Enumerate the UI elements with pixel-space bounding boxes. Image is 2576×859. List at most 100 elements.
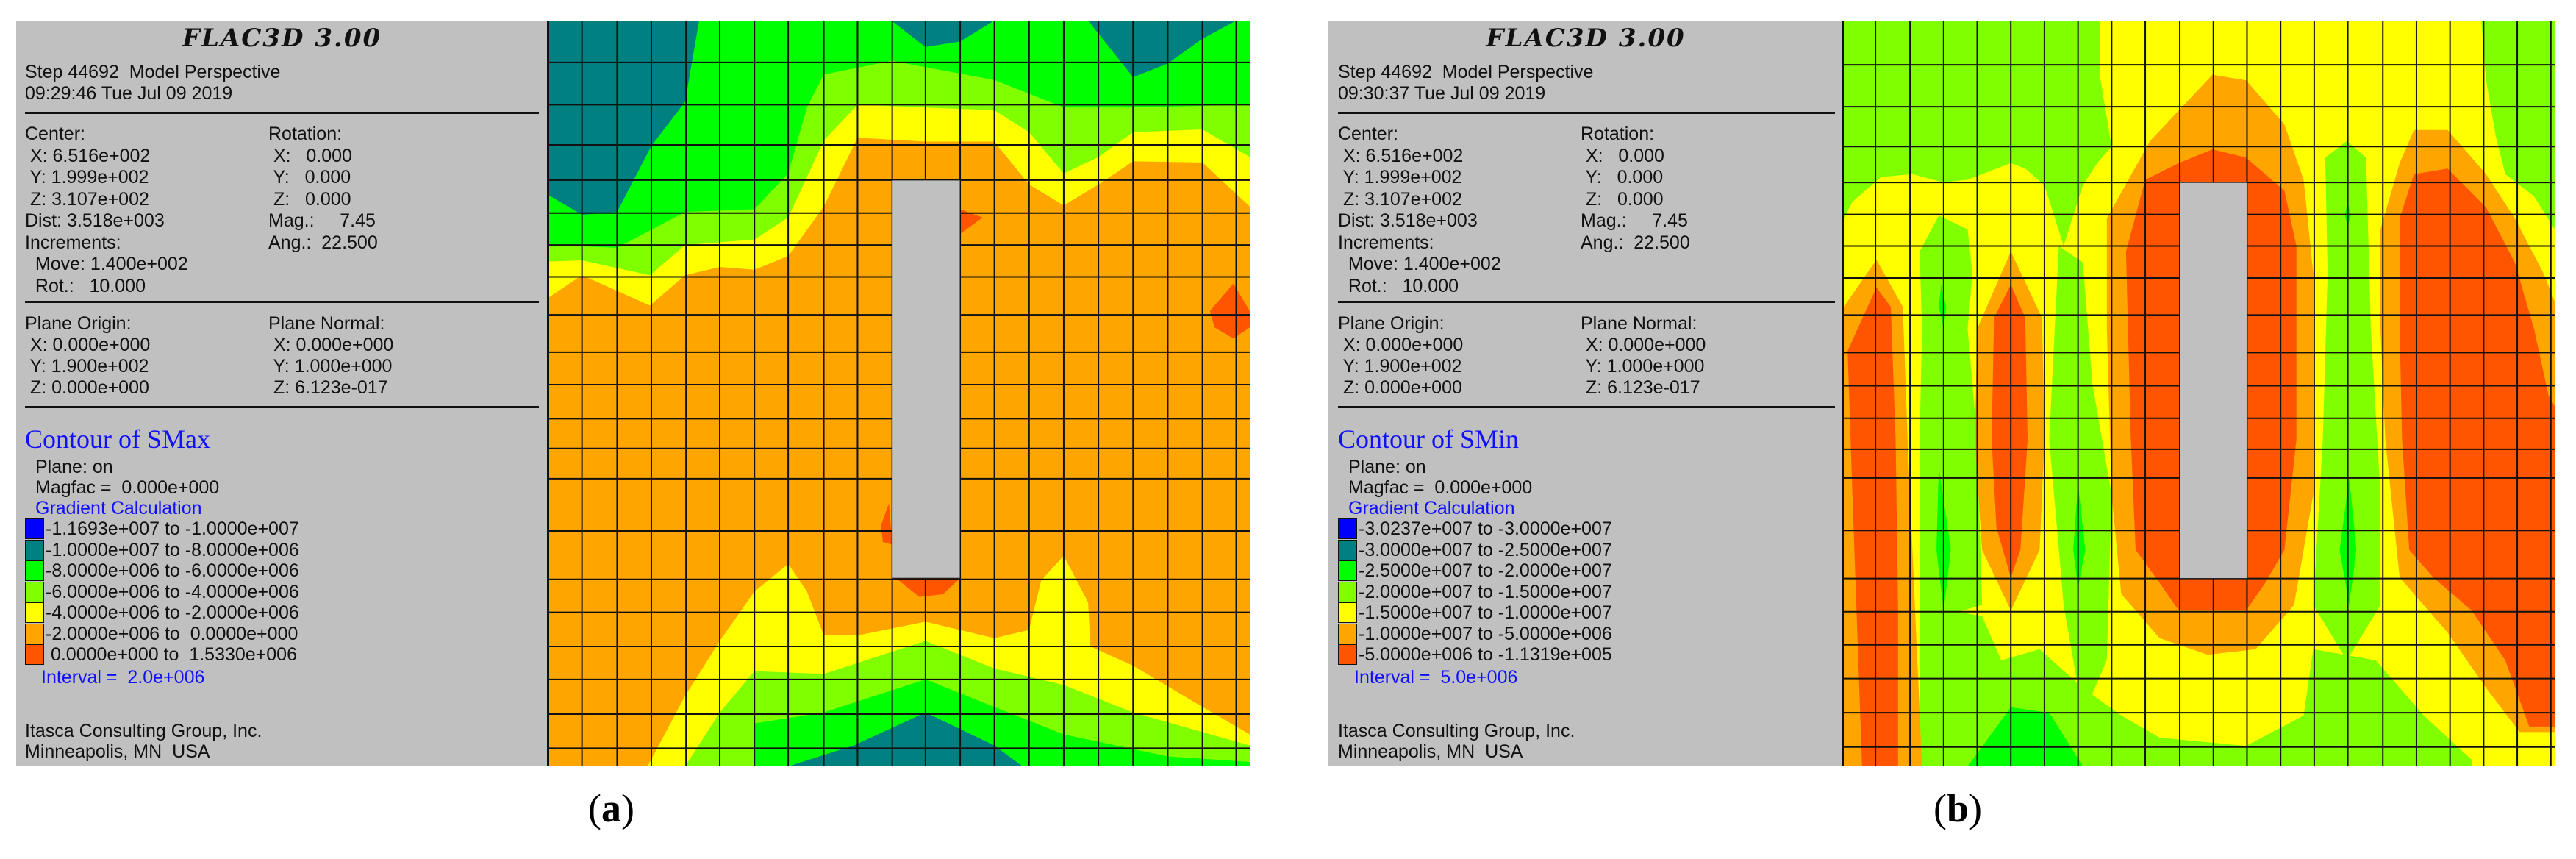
increments-label: Increments: <box>25 232 121 253</box>
step-line: Step 44692 Model Perspective <box>1338 62 1594 82</box>
angle: Ang.: 22.500 <box>1581 232 1690 253</box>
divider <box>1338 112 1835 114</box>
legend-swatch <box>1338 539 1357 560</box>
magnification: Mag.: 7.45 <box>268 210 376 231</box>
center-z: Z: 3.107e+002 <box>25 188 149 210</box>
timestamp: 09:30:37 Tue Jul 09 2019 <box>1338 83 1546 104</box>
angle: Ang.: 22.500 <box>268 232 378 253</box>
magfac: Magfac = 0.000e+000 <box>1348 477 1533 498</box>
legend-swatch <box>25 581 44 602</box>
gradient-calculation: Gradient Calculation <box>35 498 202 518</box>
rotation-z: Z: 0.000 <box>268 188 351 210</box>
legend-range: -4.0000e+006 to -2.0000e+006 <box>46 602 299 623</box>
legend-range: -1.1693e+007 to -1.0000e+007 <box>46 518 299 539</box>
legend-range: -3.0000e+007 to -2.5000e+007 <box>1359 539 1612 560</box>
rotation-x: X: 0.000 <box>1581 145 1664 166</box>
step-line: Step 44692 Model Perspective <box>25 62 281 82</box>
divider <box>25 112 539 114</box>
plane-normal-y: Y: 1.000e+000 <box>268 356 393 377</box>
contour-title: Contour of SMax <box>25 424 210 454</box>
contour-title: Contour of SMin <box>1338 424 1520 454</box>
legend-range: -1.0000e+007 to -8.0000e+006 <box>46 539 299 560</box>
rotation-y: Y: 0.000 <box>268 167 351 188</box>
legend-swatch <box>1338 581 1357 602</box>
caption-letter: a <box>601 786 621 830</box>
plane-normal-z: Z: 6.123e-017 <box>1581 377 1700 398</box>
legend-range: -1.5000e+007 to -1.0000e+007 <box>1359 602 1612 623</box>
legend-swatch <box>1338 644 1357 665</box>
legend-swatch <box>1338 518 1357 539</box>
legend-range: -6.0000e+006 to -4.0000e+006 <box>46 581 299 602</box>
plane-normal-z: Z: 6.123e-017 <box>268 377 388 398</box>
rotation-y: Y: 0.000 <box>1581 167 1664 188</box>
plane-on: Plane: on <box>1348 457 1426 477</box>
contour-plot-smin <box>1842 21 2555 766</box>
plane-normal-x: X: 0.000e+000 <box>1581 335 1706 355</box>
center-z: Z: 3.107e+002 <box>1338 188 1462 210</box>
magnification: Mag.: 7.45 <box>1581 210 1688 231</box>
legend-swatch <box>1338 602 1357 623</box>
legend-swatch <box>25 602 44 623</box>
divider <box>25 301 539 303</box>
excavation-block <box>2180 182 2247 579</box>
plane-normal-x: X: 0.000e+000 <box>268 335 394 355</box>
caption-a: (a) <box>588 786 634 830</box>
dist: Dist: 3.518e+003 <box>1338 210 1478 231</box>
plane-normal-y: Y: 1.000e+000 <box>1581 356 1705 377</box>
plane-origin-y: Y: 1.900e+002 <box>1338 356 1462 377</box>
center-x: X: 6.516e+002 <box>25 145 151 166</box>
rotation-z: Z: 0.000 <box>1581 188 1664 210</box>
app-title: FLAC3D 3.00 <box>182 24 382 53</box>
caption-b: (b) <box>1933 786 1983 830</box>
move-increment: Move: 1.400e+002 <box>1338 254 1501 274</box>
timestamp: 09:29:46 Tue Jul 09 2019 <box>25 83 233 104</box>
interval: Interval = 2.0e+006 <box>41 666 205 688</box>
plane-origin-label: Plane Origin: <box>1338 313 1445 334</box>
rotation-label: Rotation: <box>268 124 343 144</box>
center-y: Y: 1.999e+002 <box>1338 167 1462 188</box>
rotation-label: Rotation: <box>1581 124 1655 144</box>
plane-origin-x: X: 0.000e+000 <box>1338 335 1464 355</box>
dist: Dist: 3.518e+003 <box>25 210 165 231</box>
legend-swatch <box>25 560 44 581</box>
center-y: Y: 1.999e+002 <box>25 167 149 188</box>
legend-range: -8.0000e+006 to -6.0000e+006 <box>46 560 299 581</box>
legend-range: 0.0000e+000 to 1.5330e+006 <box>46 644 297 665</box>
smin-contour-svg <box>1844 21 2555 766</box>
plane-normal-label: Plane Normal: <box>268 313 385 334</box>
info-panel-a: FLAC3D 3.00 Step 44692 Model Perspective 0… <box>16 21 548 766</box>
legend-swatch <box>1338 623 1357 644</box>
center-label: Center: <box>1338 124 1398 144</box>
plane-origin-z: Z: 0.000e+000 <box>25 377 149 398</box>
info-panel-b: FLAC3D 3.00 Step 44692 Model Perspective 0… <box>1328 21 1844 766</box>
legend-range: -3.0237e+007 to -3.0000e+007 <box>1359 518 1612 539</box>
company-name: Itasca Consulting Group, Inc. <box>25 721 262 741</box>
smax-contour-svg <box>549 21 1250 766</box>
move-increment: Move: 1.400e+002 <box>25 254 188 274</box>
center-label: Center: <box>25 124 85 144</box>
plane-origin-z: Z: 0.000e+000 <box>1338 377 1462 398</box>
company-name: Itasca Consulting Group, Inc. <box>1338 721 1575 741</box>
contour-plot-smax <box>547 21 1250 766</box>
company-location: Minneapolis, MN USA <box>25 741 210 762</box>
plane-origin-x: X: 0.000e+000 <box>25 335 151 355</box>
legend-range: -2.0000e+007 to -1.5000e+007 <box>1359 581 1612 602</box>
legend-swatch <box>25 539 44 560</box>
plane-origin-y: Y: 1.900e+002 <box>25 356 149 377</box>
plane-normal-label: Plane Normal: <box>1581 313 1697 334</box>
rot-increment: Rot.: 10.000 <box>25 275 146 296</box>
legend-range: -2.0000e+006 to 0.0000e+000 <box>46 623 298 644</box>
legend-range: -5.0000e+006 to -1.1319e+005 <box>1359 644 1612 665</box>
excavation-block <box>892 180 960 578</box>
legend-swatch <box>25 644 44 665</box>
company-location: Minneapolis, MN USA <box>1338 741 1523 762</box>
rot-increment: Rot.: 10.000 <box>1338 275 1459 296</box>
center-x: X: 6.516e+002 <box>1338 145 1464 166</box>
legend-range: -2.5000e+007 to -2.0000e+007 <box>1359 560 1612 581</box>
interval: Interval = 5.0e+006 <box>1354 666 1518 688</box>
divider <box>25 406 539 408</box>
divider <box>1338 406 1835 408</box>
gradient-calculation: Gradient Calculation <box>1348 498 1515 518</box>
legend-swatch <box>25 518 44 539</box>
rotation-x: X: 0.000 <box>268 145 352 166</box>
